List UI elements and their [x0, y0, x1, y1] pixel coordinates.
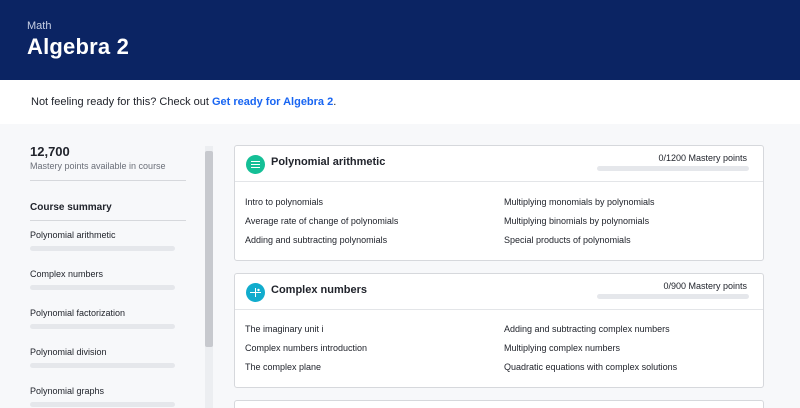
course-sidebar: 12,700 Mastery points available in cours…: [0, 124, 220, 408]
progress-bar: [30, 402, 175, 407]
lesson-link[interactable]: Multiplying binomials by polynomials: [504, 216, 649, 226]
get-ready-link[interactable]: Get ready for Algebra 2: [212, 96, 333, 108]
unit-card-complex-numbers: Complex numbers 0/900 Mastery points The…: [234, 273, 764, 388]
mastery-total: 12,700: [30, 144, 70, 159]
course-summary-heading: Course summary: [30, 202, 112, 213]
unit-title[interactable]: Complex numbers: [271, 284, 367, 296]
unit-title[interactable]: Polynomial arithmetic: [271, 156, 385, 168]
divider: [30, 180, 186, 181]
divider: [30, 220, 186, 221]
progress-bar: [30, 324, 175, 329]
mastery-total-label: Mastery points available in course: [30, 161, 166, 171]
lesson-link[interactable]: Adding and subtracting polynomials: [245, 235, 387, 245]
unit-mastery-points: 0/1200 Mastery points: [658, 153, 747, 163]
sidebar-scrollbar-thumb[interactable]: [205, 151, 213, 347]
lesson-link[interactable]: Average rate of change of polynomials: [245, 216, 398, 226]
banner-suffix: .: [333, 96, 337, 108]
sidebar-item-label: Complex numbers: [30, 269, 104, 279]
unit-mastery-bar: [597, 294, 749, 299]
sidebar-item-label: Polynomial division: [30, 347, 107, 357]
sidebar-item-label: Polynomial factorization: [30, 308, 126, 318]
progress-bar: [30, 246, 175, 251]
course-header: Math Algebra 2: [0, 0, 800, 80]
sidebar-item-complex-numbers[interactable]: Complex numbers: [30, 269, 186, 290]
readiness-banner: Not feeling ready for this? Check out Ge…: [0, 80, 800, 124]
page-title: Algebra 2: [27, 34, 130, 59]
unit-card-header: Complex numbers 0/900 Mastery points: [235, 274, 763, 310]
lesson-link[interactable]: Intro to polynomials: [245, 197, 323, 207]
complex-numbers-icon: [246, 283, 265, 302]
unit-card-next: [234, 400, 764, 408]
banner-prefix: Not feeling ready for this? Check out: [31, 96, 212, 108]
unit-mastery-bar: [597, 166, 749, 171]
sidebar-item-label: Polynomial graphs: [30, 386, 105, 396]
sidebar-item-polynomial-graphs[interactable]: Polynomial graphs: [30, 386, 186, 407]
subject-breadcrumb[interactable]: Math: [27, 20, 51, 32]
unit-card-polynomial-arithmetic: Polynomial arithmetic 0/1200 Mastery poi…: [234, 145, 764, 261]
sidebar-item-polynomial-factorization[interactable]: Polynomial factorization: [30, 308, 186, 329]
lesson-link[interactable]: The imaginary unit i: [245, 324, 324, 334]
polynomial-icon: [246, 155, 265, 174]
unit-mastery-points: 0/900 Mastery points: [663, 281, 747, 291]
banner-text: Not feeling ready for this? Check out Ge…: [31, 96, 336, 108]
progress-bar: [30, 285, 175, 290]
lesson-link[interactable]: The complex plane: [245, 362, 321, 372]
lesson-link[interactable]: Multiplying complex numbers: [504, 343, 620, 353]
lesson-link[interactable]: Special products of polynomials: [504, 235, 631, 245]
lesson-link[interactable]: Quadratic equations with complex solutio…: [504, 362, 677, 372]
lesson-link[interactable]: Complex numbers introduction: [245, 343, 367, 353]
sidebar-item-polynomial-division[interactable]: Polynomial division: [30, 347, 186, 368]
sidebar-item-polynomial-arithmetic[interactable]: Polynomial arithmetic: [30, 230, 186, 251]
lesson-link[interactable]: Adding and subtracting complex numbers: [504, 324, 670, 334]
progress-bar: [30, 363, 175, 368]
lesson-link[interactable]: Multiplying monomials by polynomials: [504, 197, 655, 207]
sidebar-item-label: Polynomial arithmetic: [30, 230, 116, 240]
unit-card-header: Polynomial arithmetic 0/1200 Mastery poi…: [235, 146, 763, 182]
